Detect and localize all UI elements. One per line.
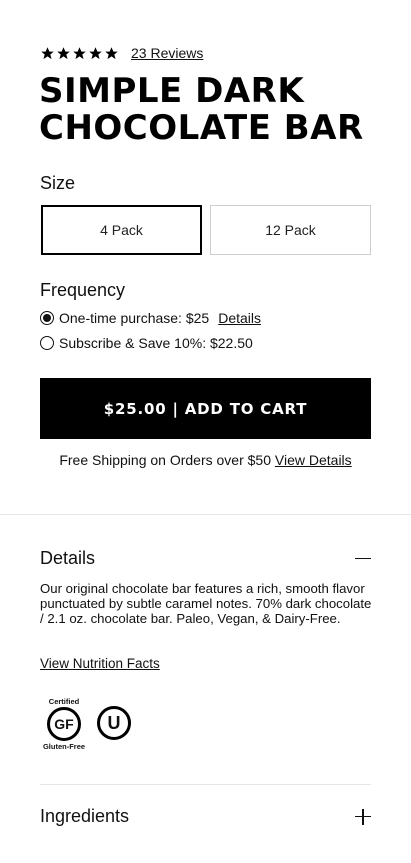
shipping-text: Free Shipping on Orders over $50 xyxy=(59,452,271,468)
star-rating xyxy=(40,46,119,61)
frequency-details-link[interactable]: Details xyxy=(218,310,261,326)
subscribe-save-option[interactable]: Subscribe & Save 10%: $22.50 xyxy=(40,335,253,351)
rating-row: 23 Reviews xyxy=(40,43,203,63)
product-description: Our original chocolate bar features a ri… xyxy=(40,581,372,627)
star-icon xyxy=(41,46,54,59)
size-label: Size xyxy=(40,173,76,193)
shipping-notice: Free Shipping on Orders over $50 View De… xyxy=(0,452,411,468)
one-time-purchase-option[interactable]: One-time purchase: $25 Details xyxy=(40,310,261,326)
reviews-link[interactable]: 23 Reviews xyxy=(131,45,203,61)
product-title-line-1: SIMPLE DARK xyxy=(39,71,305,111)
star-icon xyxy=(73,46,86,59)
star-icon xyxy=(57,46,70,59)
details-accordion-header[interactable]: Details xyxy=(40,548,371,569)
ingredients-heading: Ingredients xyxy=(40,806,130,826)
star-icon xyxy=(105,46,118,59)
one-time-purchase-label: One-time purchase: $25 xyxy=(59,310,210,326)
gluten-free-badge-top: Certified xyxy=(48,697,80,706)
star-icon xyxy=(89,46,102,59)
radio-selected-icon[interactable] xyxy=(40,311,54,325)
kosher-badge-icon: U xyxy=(97,706,131,740)
add-to-cart-button[interactable]: $25.00 | ADD TO CART xyxy=(40,378,371,439)
product-title: SIMPLE DARK CHOCOLATE BAR xyxy=(39,73,389,147)
details-heading: Details xyxy=(40,548,96,568)
size-option-4-pack[interactable]: 4 Pack xyxy=(41,205,202,255)
subscribe-save-label: Subscribe & Save 10%: $22.50 xyxy=(59,335,253,351)
gluten-free-badge-bottom: Gluten-Free xyxy=(42,742,86,751)
nutrition-facts-link[interactable]: View Nutrition Facts xyxy=(40,656,160,671)
gluten-free-mark: GF xyxy=(47,707,81,741)
shipping-details-link[interactable]: View Details xyxy=(275,452,352,468)
minus-icon[interactable] xyxy=(355,551,371,567)
plus-icon[interactable] xyxy=(355,808,371,825)
gluten-free-badge-icon: Certified GF Gluten-Free xyxy=(40,697,88,751)
radio-unselected-icon[interactable] xyxy=(40,336,54,350)
ingredients-accordion-header[interactable]: Ingredients xyxy=(40,806,371,827)
section-divider xyxy=(0,514,411,515)
certification-badges: Certified GF Gluten-Free U xyxy=(40,697,131,751)
accordion-divider xyxy=(40,784,371,785)
size-option-12-pack[interactable]: 12 Pack xyxy=(210,205,371,255)
product-title-line-2: CHOCOLATE BAR xyxy=(39,108,364,148)
frequency-label: Frequency xyxy=(40,280,126,300)
